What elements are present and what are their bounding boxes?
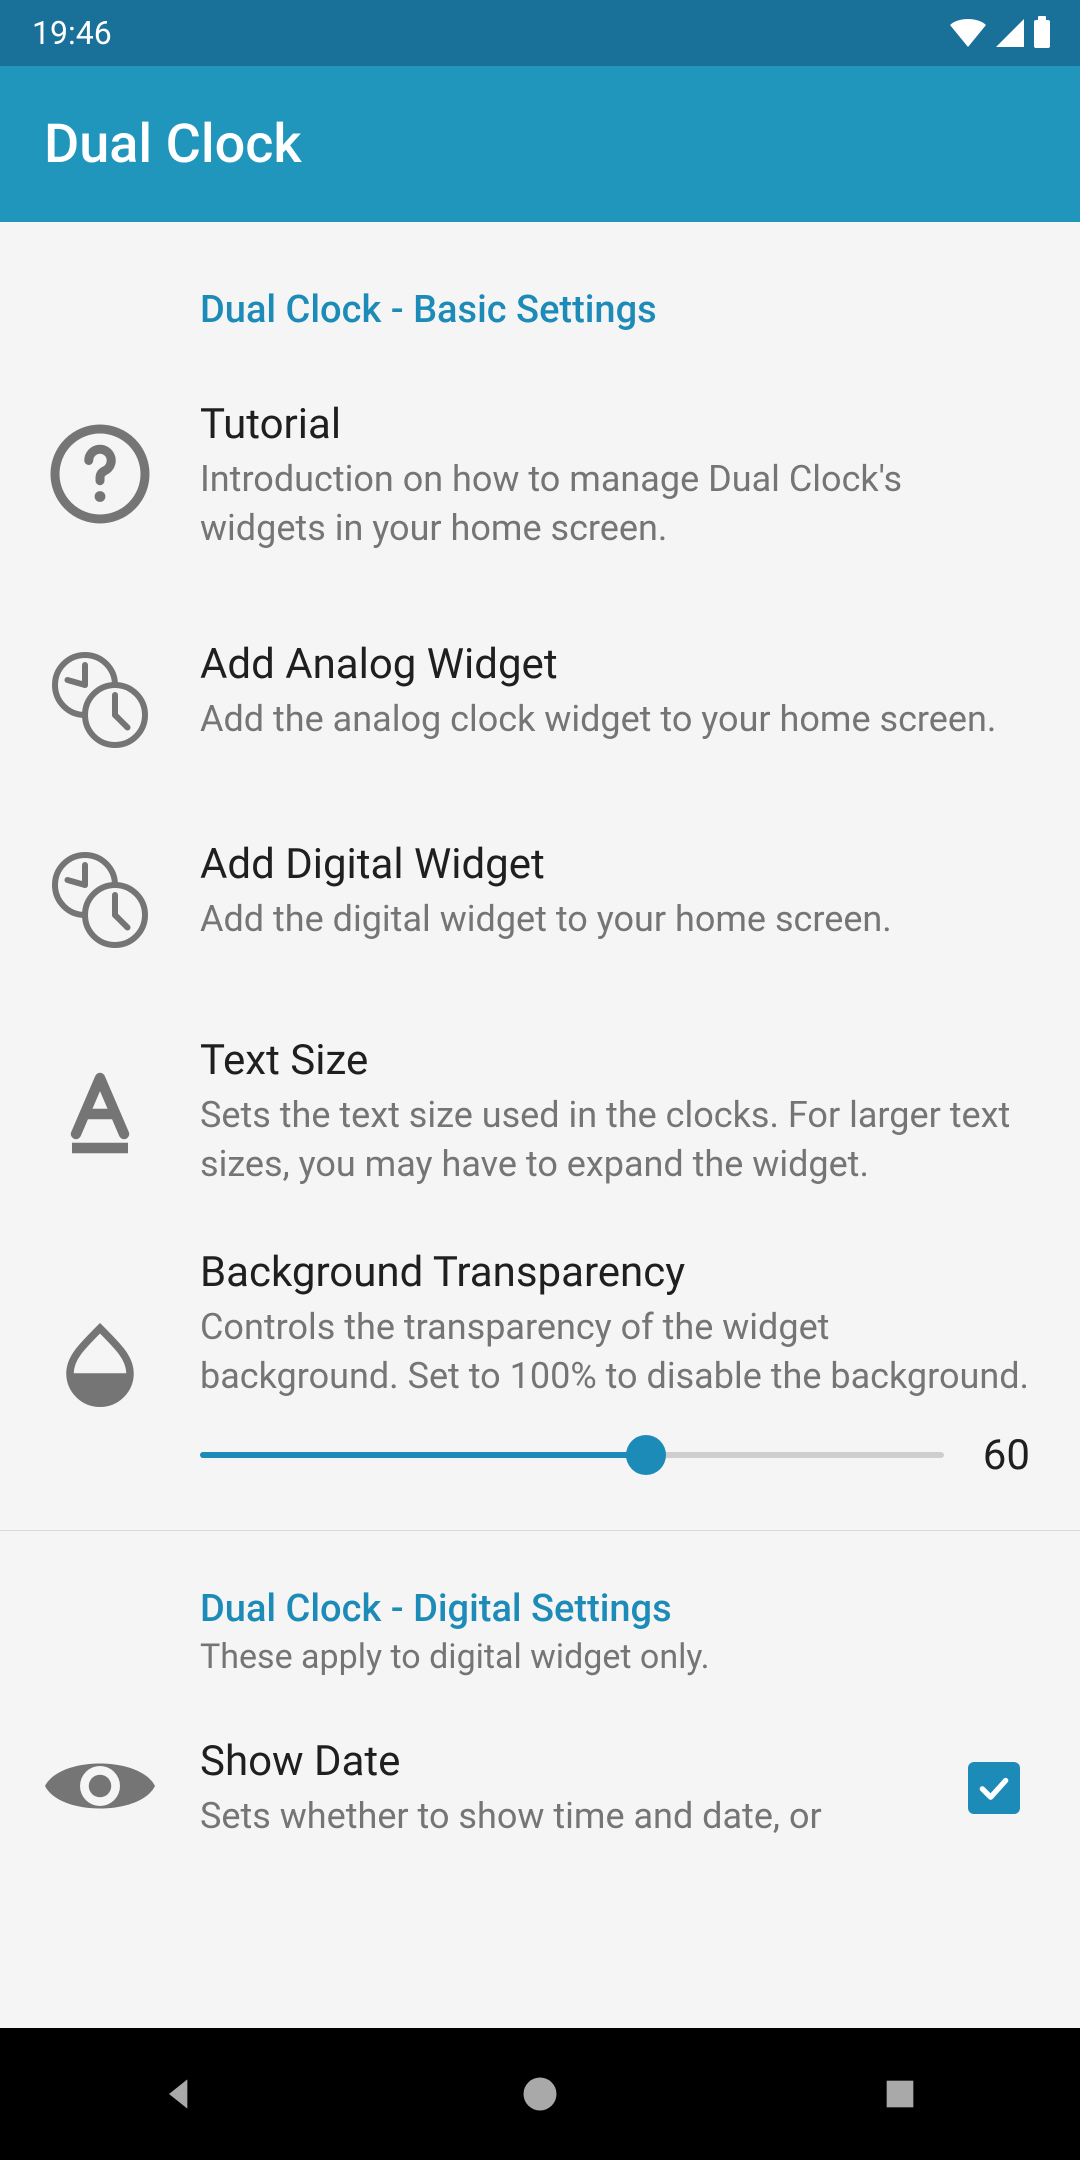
transparency-slider[interactable] (200, 1452, 944, 1458)
battery-icon (1032, 16, 1052, 50)
item-text-size-title: Text Size (200, 1036, 1030, 1085)
item-add-analog[interactable]: Add Analog Widget Add the analog clock w… (0, 600, 1080, 804)
app-bar: Dual Clock (0, 66, 1080, 222)
section-basic-title: Dual Clock - Basic Settings (200, 288, 1050, 332)
nav-back-button[interactable] (80, 2072, 280, 2116)
opacity-icon (55, 1317, 145, 1411)
item-tutorial-sub: Introduction on how to manage Dual Clock… (200, 455, 1030, 552)
nav-recents-button[interactable] (800, 2074, 1000, 2114)
show-date-checkbox[interactable] (968, 1762, 1020, 1814)
section-digital-title: Dual Clock - Digital Settings (200, 1587, 1050, 1631)
item-transparency-title: Background Transparency (200, 1248, 1030, 1297)
nav-home-button[interactable] (440, 2072, 640, 2116)
item-transparency[interactable]: Background Transparency Controls the tra… (0, 1224, 1080, 1529)
item-add-digital[interactable]: Add Digital Widget Add the digital widge… (0, 804, 1080, 1000)
transparency-value: 60 (974, 1431, 1030, 1480)
eye-icon (40, 1746, 160, 1830)
item-add-analog-title: Add Analog Widget (200, 640, 1030, 689)
cellular-icon (994, 17, 1026, 49)
item-tutorial-title: Tutorial (200, 400, 1030, 449)
status-icons (948, 16, 1052, 50)
nav-bar (0, 2028, 1080, 2160)
item-add-analog-sub: Add the analog clock widget to your home… (200, 695, 1030, 744)
item-add-digital-title: Add Digital Widget (200, 840, 1030, 889)
item-add-digital-sub: Add the digital widget to your home scre… (200, 895, 1030, 944)
wifi-icon (948, 17, 988, 49)
section-digital-header: Dual Clock - Digital Settings These appl… (0, 1531, 1080, 1697)
dual-clock-icon (40, 840, 160, 964)
help-icon (46, 420, 154, 532)
item-show-date[interactable]: Show Date Sets whether to show time and … (0, 1697, 1080, 1869)
dual-clock-icon (40, 640, 160, 764)
item-transparency-sub: Controls the transparency of the widget … (200, 1303, 1030, 1400)
settings-list: Dual Clock - Basic Settings Tutorial Int… (0, 222, 1080, 2160)
item-show-date-title: Show Date (200, 1737, 948, 1786)
section-digital-subtitle: These apply to digital widget only. (200, 1637, 1050, 1677)
item-tutorial[interactable]: Tutorial Introduction on how to manage D… (0, 352, 1080, 600)
section-basic-header: Dual Clock - Basic Settings (0, 222, 1080, 352)
text-format-icon (52, 1062, 148, 1162)
item-text-size-sub: Sets the text size used in the clocks. F… (200, 1091, 1030, 1188)
status-bar: 19:46 (0, 0, 1080, 66)
app-title: Dual Clock (44, 113, 302, 176)
item-show-date-sub: Sets whether to show time and date, or (200, 1792, 948, 1841)
item-text-size[interactable]: Text Size Sets the text size used in the… (0, 1000, 1080, 1224)
status-time: 19:46 (32, 14, 112, 52)
